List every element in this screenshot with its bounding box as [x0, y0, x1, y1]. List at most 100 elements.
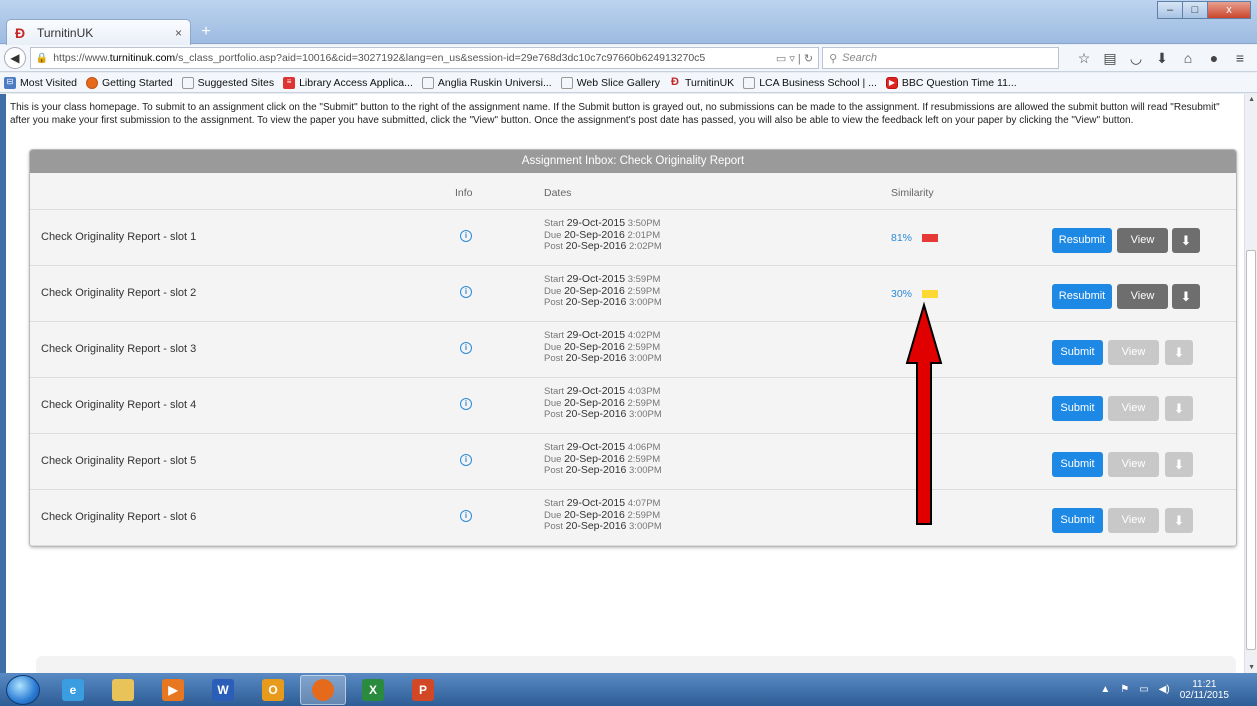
resubmit-button[interactable]: Resubmit: [1052, 284, 1112, 309]
scroll-down-icon[interactable]: ▼: [1248, 664, 1255, 671]
view-button[interactable]: View: [1108, 452, 1159, 477]
taskbar-apps: e ▶ W O X P: [46, 674, 446, 705]
new-tab-button[interactable]: +: [196, 22, 216, 42]
bookmark-item[interactable]: ⊟ Most Visited: [4, 76, 77, 89]
info-icon[interactable]: i: [460, 454, 472, 466]
post-date: 20-Sep-2016: [565, 240, 627, 252]
start-label: Start: [544, 442, 565, 453]
taskbar-app[interactable]: [300, 674, 346, 705]
bookmark-item[interactable]: Getting Started: [86, 76, 173, 89]
view-button[interactable]: View: [1117, 284, 1168, 309]
scroll-up-icon[interactable]: ▲: [1248, 96, 1255, 103]
download-icon: ⬇: [1180, 289, 1192, 304]
download-button[interactable]: ⬇: [1172, 284, 1200, 309]
similarity-percent: 30%: [891, 288, 913, 300]
footer-panel: [36, 656, 1236, 673]
volume-icon[interactable]: ◀): [1159, 684, 1170, 695]
taskbar-app[interactable]: X: [350, 675, 396, 705]
scrollbar[interactable]: ▲ ▼: [1244, 94, 1257, 673]
submit-button[interactable]: Submit: [1052, 340, 1103, 365]
back-button[interactable]: ◀: [4, 47, 26, 69]
assignment-row: Check Originality Report - slot 3 i Start …: [30, 322, 1236, 378]
download-button[interactable]: ⬇: [1165, 508, 1193, 533]
view-button[interactable]: View: [1108, 340, 1159, 365]
taskbar-app[interactable]: e: [50, 675, 96, 705]
start-date: 29-Oct-2015: [566, 217, 626, 229]
maximize-button[interactable]: □: [1182, 1, 1208, 19]
chat-icon[interactable]: ●: [1201, 50, 1227, 67]
bookmark-label: Most Visited: [20, 76, 77, 89]
info-icon[interactable]: i: [460, 286, 472, 298]
post-label: Post: [544, 521, 564, 532]
library-icon: ≡: [283, 76, 296, 89]
assignment-dates: Start 29-Oct-2015 3:50PM Due 20-Sep-2016 …: [544, 217, 662, 253]
bookmark-item[interactable]: Web Slice Gallery: [560, 76, 660, 89]
post-label: Post: [544, 241, 564, 252]
view-button[interactable]: View: [1108, 508, 1159, 533]
tray-expand-icon[interactable]: ▲: [1100, 684, 1110, 695]
submit-button[interactable]: Submit: [1052, 396, 1103, 421]
info-icon[interactable]: i: [460, 342, 472, 354]
similarity-score[interactable]: 81%: [891, 232, 939, 244]
taskbar-app[interactable]: P: [400, 675, 446, 705]
tab-close-icon[interactable]: ×: [175, 26, 182, 40]
start-date: 29-Oct-2015: [566, 441, 626, 453]
window-controls: – □ x: [1157, 1, 1251, 19]
address-bar[interactable]: 🔒 https://www. turnitinuk.com/s_class_por…: [29, 47, 820, 69]
home-icon[interactable]: ⌂: [1175, 50, 1201, 67]
taskbar-app[interactable]: ▶: [150, 675, 196, 705]
due-time: 2:59PM: [627, 509, 661, 521]
download-button[interactable]: ⬇: [1165, 396, 1193, 421]
bookmark-label: Anglia Ruskin Universi...: [437, 76, 552, 89]
taskbar-app[interactable]: W: [200, 675, 246, 705]
downloads-icon[interactable]: ⬇: [1149, 50, 1175, 67]
taskbar-app[interactable]: [100, 675, 146, 705]
close-window-button[interactable]: x: [1207, 1, 1251, 19]
lock-icon: 🔒: [35, 52, 49, 64]
bookmark-item[interactable]: Ð TurnitinUK: [669, 76, 734, 89]
clock[interactable]: 11:21 02/11/2015: [1180, 679, 1229, 701]
bookmark-item[interactable]: Anglia Ruskin Universi...: [421, 76, 552, 89]
word-icon: W: [212, 678, 234, 701]
start-label: Start: [544, 330, 565, 341]
tab-turnitinuk[interactable]: Ð TurnitinUK ×: [6, 19, 191, 45]
info-icon[interactable]: i: [460, 398, 472, 410]
similarity-percent: 81%: [891, 232, 913, 244]
bookmark-item[interactable]: ≡ Library Access Applica...: [283, 76, 413, 89]
start-button[interactable]: [6, 674, 40, 705]
bookmark-item[interactable]: ▶ BBC Question Time 11...: [885, 76, 1017, 89]
info-icon[interactable]: i: [460, 510, 472, 522]
submit-button[interactable]: Submit: [1052, 508, 1103, 533]
download-button[interactable]: ⬇: [1172, 228, 1200, 253]
bookmarks-list-icon[interactable]: ▤: [1097, 50, 1123, 67]
download-button[interactable]: ⬇: [1165, 340, 1193, 365]
search-input[interactable]: ⚲ Search: [822, 47, 1059, 69]
assignment-dates: Start 29-Oct-2015 4:06PM Due 20-Sep-2016 …: [544, 441, 662, 477]
navigation-bar: ◀ 🔒 https://www. turnitinuk.com/s_class_p…: [0, 45, 1257, 72]
submit-button[interactable]: Submit: [1052, 452, 1103, 477]
bookmark-star-icon[interactable]: ☆: [1071, 50, 1097, 67]
bookmark-item[interactable]: Suggested Sites: [181, 76, 274, 89]
view-button[interactable]: View: [1117, 228, 1168, 253]
view-button[interactable]: View: [1108, 396, 1159, 421]
flag-icon[interactable]: ⚑: [1120, 684, 1129, 695]
reload-icon[interactable]: ▭ ▿ | ↻: [776, 52, 813, 65]
similarity-score[interactable]: 30%: [891, 288, 939, 300]
scrollbar-thumb[interactable]: [1246, 250, 1256, 650]
info-icon[interactable]: i: [460, 230, 472, 242]
page-icon: [743, 76, 756, 89]
network-icon[interactable]: ▭: [1139, 684, 1148, 695]
assignment-title: Check Originality Report - slot 1: [41, 231, 197, 243]
taskbar-app[interactable]: O: [250, 675, 296, 705]
due-date: 20-Sep-2016: [564, 228, 625, 241]
pocket-icon[interactable]: ◡: [1123, 50, 1149, 67]
menu-icon[interactable]: ≡: [1227, 50, 1253, 67]
mostvisited-icon: ⊟: [4, 76, 16, 89]
download-button[interactable]: ⬇: [1165, 452, 1193, 477]
minimize-button[interactable]: –: [1157, 1, 1183, 19]
assignment-dates: Start 29-Oct-2015 4:03PM Due 20-Sep-2016 …: [544, 385, 662, 421]
bookmark-item[interactable]: LCA Business School | ...: [743, 76, 877, 89]
start-date: 29-Oct-2015: [566, 497, 626, 509]
resubmit-button[interactable]: Resubmit: [1052, 228, 1112, 253]
post-date: 20-Sep-2016: [565, 520, 627, 532]
